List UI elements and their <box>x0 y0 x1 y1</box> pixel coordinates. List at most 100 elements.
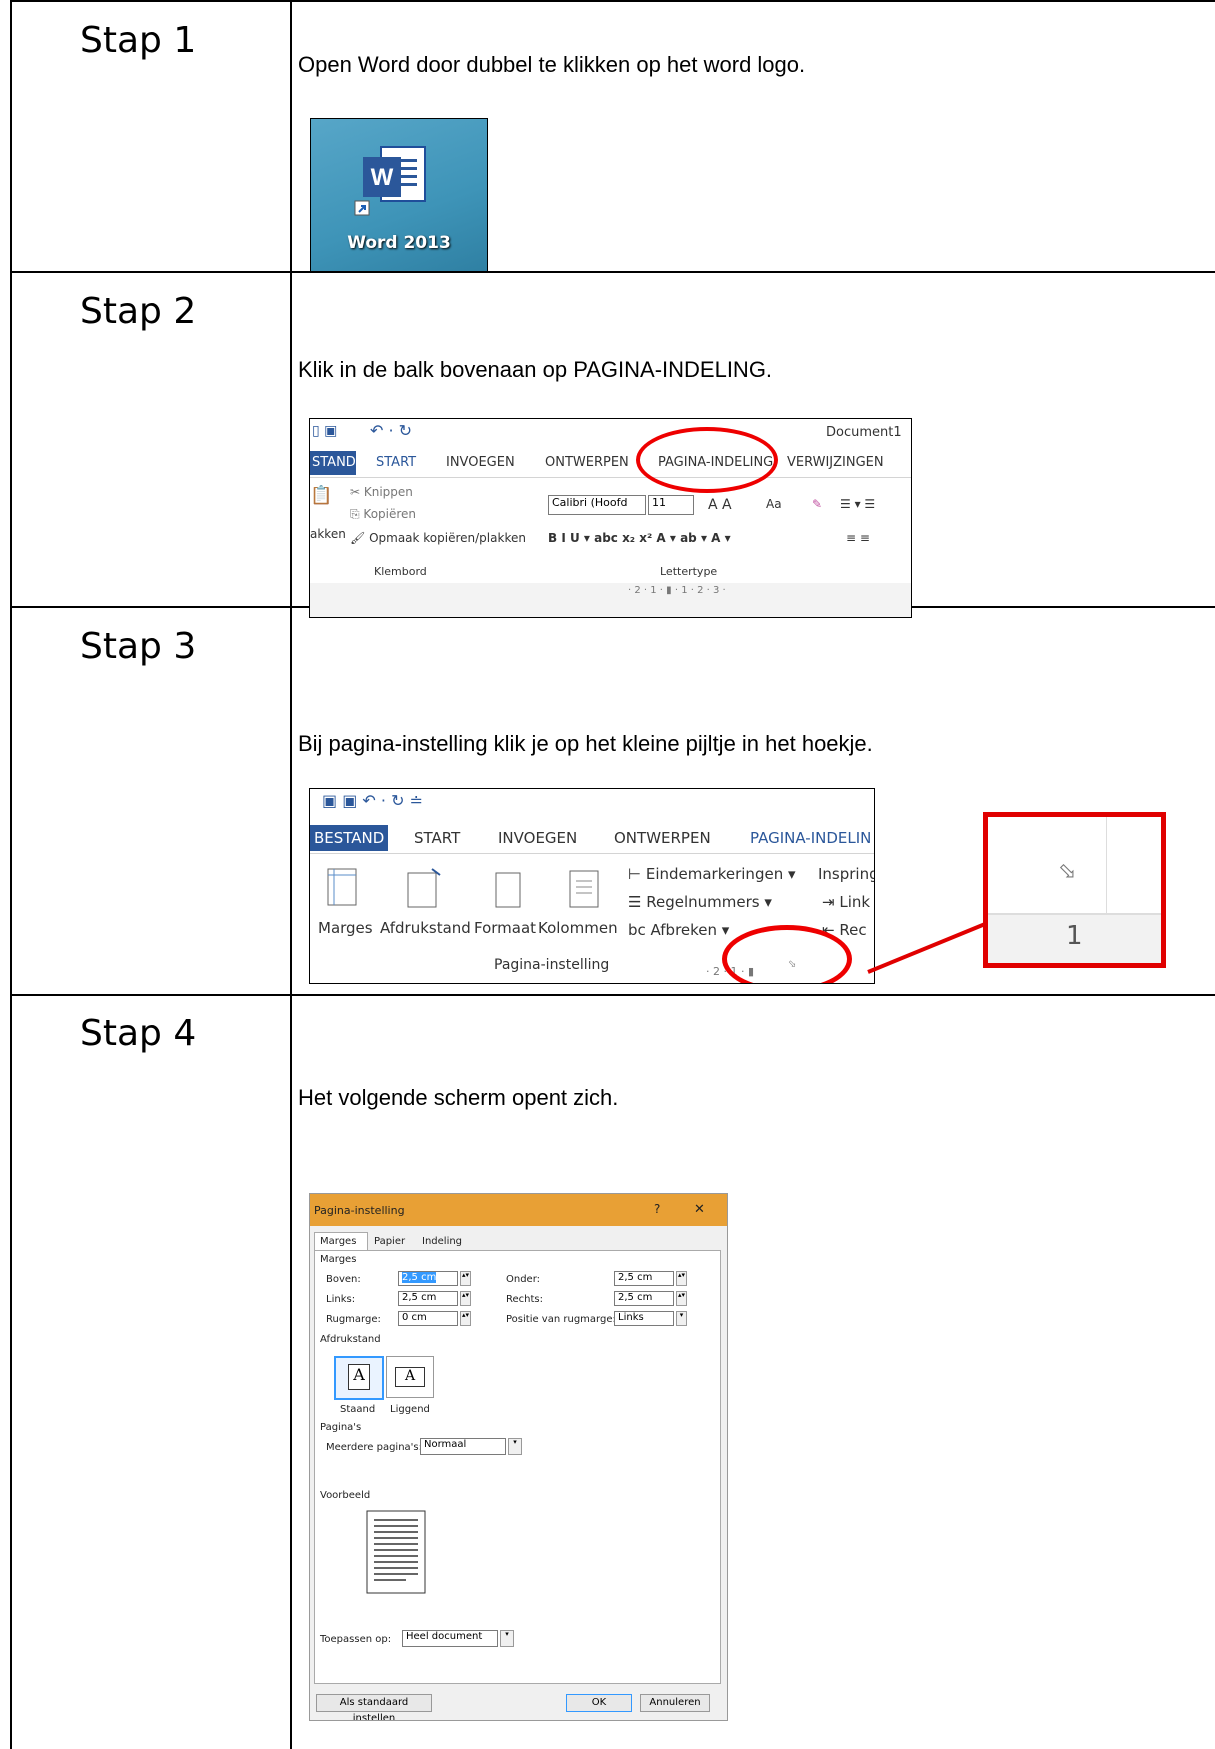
liggend-option[interactable]: A <box>386 1356 434 1398</box>
knippen-button[interactable]: ✂ Knippen <box>350 485 413 499</box>
word-desktop-icon[interactable]: W Word 2013 <box>310 118 488 272</box>
clear-format-icon[interactable]: ✎ <box>812 497 822 511</box>
change-case-button[interactable]: Aa <box>766 497 782 511</box>
rechts-label: Rechts: <box>506 1294 543 1305</box>
meerdere-paginas-select[interactable]: Normaal <box>420 1438 506 1455</box>
font-size-select[interactable]: 11 <box>648 495 694 515</box>
afbreken-button[interactable]: bc Afbreken ▾ <box>628 921 729 939</box>
word-icon-caption: Word 2013 <box>347 233 451 253</box>
tab-ontwerpen[interactable]: ONTWERPEN <box>614 829 711 847</box>
links-input[interactable]: 2,5 cm <box>398 1291 458 1306</box>
font-name-select[interactable]: Calibri (Hoofd <box>548 495 646 515</box>
links-label: Links: <box>326 1294 356 1305</box>
opmaak-kopieren-button[interactable]: 🖌 Opmaak kopiëren/plakken <box>350 531 526 545</box>
toepassen-select[interactable]: Heel document <box>402 1630 498 1647</box>
rugmarge-label: Rugmarge: <box>326 1314 381 1325</box>
section-paginas: Pagina's <box>320 1422 362 1433</box>
grow-font-icon[interactable]: A A <box>708 497 732 513</box>
step-3-instruction: Bij pagina-instelling klik je op het kle… <box>298 731 873 756</box>
quick-access-icons[interactable]: ▣ ▣ ↶ · ↻ ≐ <box>322 791 423 810</box>
staand-option[interactable]: A <box>334 1356 384 1400</box>
highlight-circle <box>722 925 852 983</box>
tab-verwijzingen[interactable]: VERWIJZINGEN <box>787 455 884 470</box>
kolommen-button[interactable]: Kolommen <box>538 919 618 937</box>
zoom-dialog-launcher: ⬂ 1 <box>983 812 1166 968</box>
tab-invoegen[interactable]: INVOEGEN <box>446 455 515 470</box>
tab-ontwerpen[interactable]: ONTWERPEN <box>545 455 629 470</box>
landscape-icon: A <box>395 1367 425 1387</box>
regelnummers-button[interactable]: ☰ Regelnummers ▾ <box>628 893 772 911</box>
step-1-instruction: Open Word door dubbel te klikken op het … <box>298 52 806 77</box>
kopieren-button[interactable]: ⎘ Kopiëren <box>350 507 416 522</box>
table-border-left <box>10 0 12 1749</box>
chevron-down-icon[interactable]: ▾ <box>500 1630 514 1647</box>
format-icons[interactable]: B I U ▾ abc x₂ x² A ▾ ab ▾ A ▾ <box>548 531 731 545</box>
afdrukstand-button[interactable]: Afdrukstand <box>380 919 471 937</box>
save-icon[interactable]: ▯ ▣ <box>312 423 337 439</box>
formaat-button[interactable]: Formaat <box>474 919 536 937</box>
highlight-circle <box>636 427 778 493</box>
tab-marges-label[interactable]: Marges <box>320 1236 356 1247</box>
boven-label: Boven: <box>326 1274 361 1285</box>
meerdere-paginas-label: Meerdere pagina's: <box>326 1442 422 1453</box>
ribbon-screenshot-start: ▯ ▣ ↶ · ↻ Document1 STAND START INVOEGEN… <box>309 418 912 618</box>
ribbon-divider <box>310 853 874 854</box>
paste-label[interactable]: akken <box>310 527 346 541</box>
marges-button[interactable]: Marges <box>318 919 373 937</box>
tab-pagina-indeling[interactable]: PAGINA-INDELIN <box>750 829 871 847</box>
step-3-label: Stap 3 <box>80 626 197 667</box>
rechts-input[interactable]: 2,5 cm <box>614 1291 674 1306</box>
tab-bestand-label[interactable]: STAND <box>312 455 356 470</box>
boven-input[interactable]: 2,5 cm <box>398 1271 458 1286</box>
pagina-instelling-dialog: Pagina-instelling ? ✕ Marges Papier Inde… <box>309 1193 728 1721</box>
tab-bestand-label[interactable]: BESTAND <box>314 829 384 847</box>
onder-spinner[interactable]: ▴▾ <box>676 1271 687 1286</box>
group-pagina-instelling: Pagina-instelling <box>494 957 610 973</box>
document-title: Document1 <box>826 425 902 440</box>
positie-rugmarge-select[interactable]: Links <box>614 1311 674 1326</box>
tab-indeling[interactable]: Indeling <box>422 1236 462 1247</box>
links-spinner[interactable]: ▴▾ <box>460 1291 471 1306</box>
dialog-title: Pagina-instelling <box>314 1204 405 1217</box>
ok-button[interactable]: OK <box>566 1694 632 1712</box>
column-divider <box>290 0 292 1749</box>
chevron-down-icon[interactable]: ▾ <box>508 1438 522 1455</box>
ruler-area <box>310 583 911 617</box>
tab-papier[interactable]: Papier <box>374 1236 405 1247</box>
bullets-icon[interactable]: ☰ ▾ ☰ <box>840 497 875 511</box>
help-icon[interactable]: ? <box>654 1202 660 1216</box>
ruler: · 2 · 1 · ▮ · 1 · 2 · 3 · <box>628 585 726 596</box>
portrait-icon: A <box>348 1364 370 1390</box>
page-preview-icon <box>366 1510 426 1594</box>
boven-spinner[interactable]: ▴▾ <box>460 1271 471 1286</box>
ribbon-divider <box>310 477 911 478</box>
onder-label: Onder: <box>506 1274 541 1285</box>
close-icon[interactable]: ✕ <box>694 1202 705 1217</box>
zoom-divider <box>1106 817 1107 923</box>
align-icons[interactable]: ≡ ≡ <box>846 531 870 545</box>
rugmarge-input[interactable]: 0 cm <box>398 1311 458 1326</box>
tab-start[interactable]: START <box>414 829 460 847</box>
als-standaard-button[interactable]: Als standaard instellen <box>316 1694 432 1720</box>
positie-rugmarge-label: Positie van rugmarge: <box>506 1314 616 1325</box>
liggend-label: Liggend <box>390 1404 430 1415</box>
onder-input[interactable]: 2,5 cm <box>614 1271 674 1286</box>
annuleren-button[interactable]: Annuleren <box>640 1694 710 1712</box>
rechts-spinner[interactable]: ▴▾ <box>676 1291 687 1306</box>
toepassen-label: Toepassen op: <box>320 1634 392 1645</box>
paste-icon[interactable]: 📋 <box>310 485 332 506</box>
step-2-instruction: Klik in de balk bovenaan op PAGINA-INDEL… <box>298 357 773 382</box>
svg-text:W: W <box>371 164 394 191</box>
eindemarkeringen-button[interactable]: ⊢ Eindemarkeringen ▾ <box>628 865 796 883</box>
table-border-top <box>10 0 1215 2</box>
undo-icon[interactable]: ↶ · ↻ <box>370 421 412 440</box>
zoom-launcher-icon[interactable]: ⬂ <box>1058 859 1076 884</box>
page-setup-icons <box>327 868 599 908</box>
rugmarge-spinner[interactable]: ▴▾ <box>460 1311 471 1326</box>
step-1-label: Stap 1 <box>80 20 197 61</box>
row-divider <box>10 271 1215 273</box>
chevron-down-icon[interactable]: ▾ <box>676 1311 687 1326</box>
group-lettertype: Lettertype <box>660 565 718 578</box>
tab-invoegen[interactable]: INVOEGEN <box>498 829 577 847</box>
tab-start[interactable]: START <box>376 455 416 470</box>
